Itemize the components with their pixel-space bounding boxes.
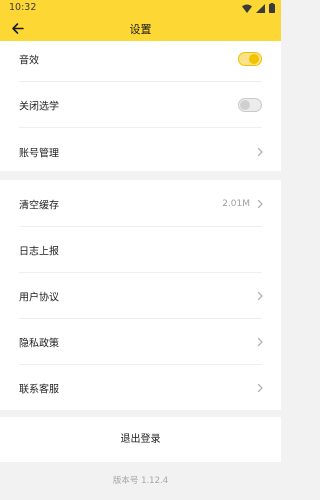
user-agreement-label: 用户协议: [19, 292, 59, 303]
sound-toggle[interactable]: [238, 51, 262, 66]
logout-button[interactable]: 退出登录: [0, 417, 281, 462]
sound-row: 音效: [0, 35, 281, 82]
contact-support-label: 联系客服: [19, 384, 59, 395]
chevron-right-icon: [257, 337, 263, 346]
log-report-row[interactable]: 日志上报: [0, 226, 281, 273]
chevron-right-icon: [257, 147, 263, 156]
privacy-policy-row[interactable]: 隐私政策: [0, 318, 281, 365]
contact-support-row[interactable]: 联系客服: [0, 364, 281, 411]
chevron-right-icon: [257, 291, 263, 300]
cache-size-value: 2.01M: [222, 198, 250, 209]
status-time: 10:32: [9, 2, 37, 13]
cellular-icon: [256, 3, 265, 13]
wifi-icon: [242, 4, 252, 13]
clear-cache-row[interactable]: 清空缓存 2.01M: [0, 180, 281, 227]
chevron-right-icon: [257, 199, 263, 208]
sound-label: 音效: [19, 55, 39, 66]
toggle-knob: [249, 53, 259, 64]
settings-group-other: 清空缓存 2.01M 日志上报 用户协议 隐私政策 联系客服: [0, 180, 281, 410]
close-select-label: 关闭选学: [19, 101, 59, 112]
toggle-knob: [240, 99, 250, 110]
status-bar: 10:32: [0, 0, 281, 16]
user-agreement-row[interactable]: 用户协议: [0, 272, 281, 319]
settings-group-general: 音效 关闭选学 账号管理: [0, 41, 281, 171]
battery-icon: [269, 3, 275, 13]
close-select-row: 关闭选学: [0, 81, 281, 128]
clear-cache-label: 清空缓存: [19, 200, 59, 211]
chevron-right-icon: [257, 383, 263, 392]
close-select-toggle[interactable]: [238, 97, 262, 112]
privacy-policy-label: 隐私政策: [19, 338, 59, 349]
log-report-label: 日志上报: [19, 246, 59, 257]
account-row[interactable]: 账号管理: [0, 128, 281, 175]
account-label: 账号管理: [19, 148, 59, 159]
system-icons: [242, 3, 275, 13]
version-text: 版本号 1.12.4: [112, 476, 169, 486]
